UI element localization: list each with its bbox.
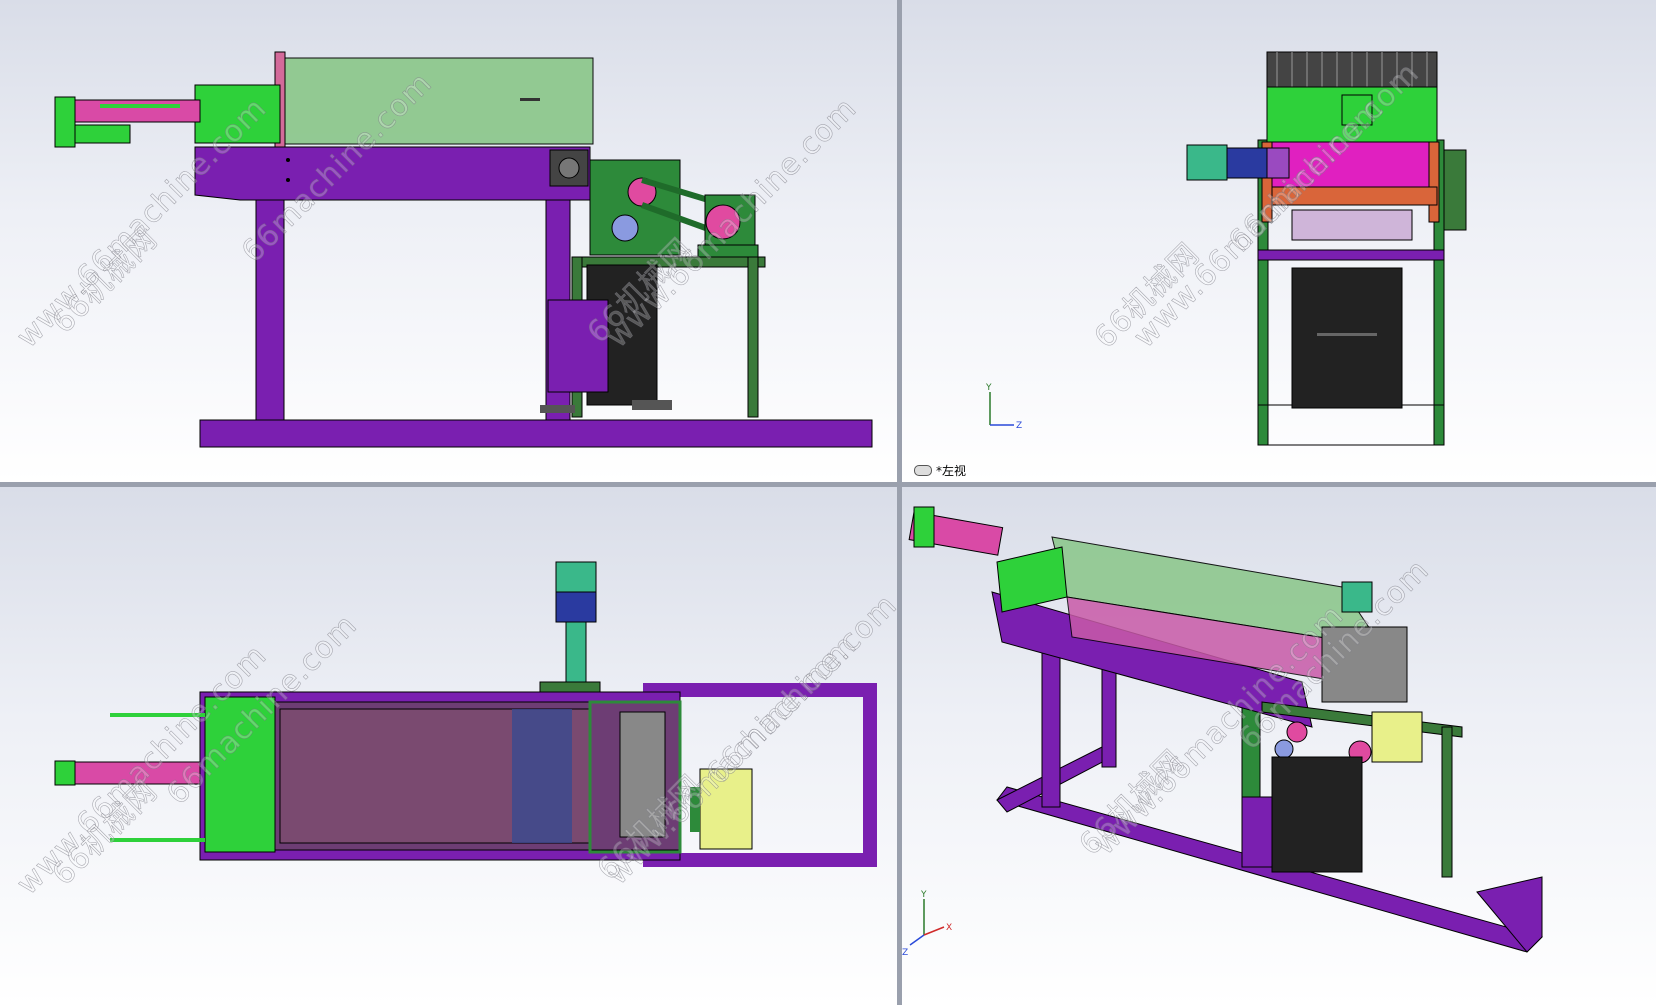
viewport-top[interactable]: www.66machine.com 66机械网 66machine.com ww… xyxy=(0,487,897,1005)
viewport-front[interactable]: www.66machine.com 66机械网 66machine.com ww… xyxy=(0,0,897,482)
view-orientation-icon[interactable] xyxy=(914,465,932,476)
axis-y-label: Y xyxy=(985,383,992,393)
left-view-drawing: Y Z xyxy=(985,51,1467,446)
view-name: *左视 xyxy=(936,464,967,478)
axis-z-label: Z xyxy=(902,948,908,958)
isometric-view-drawing: Y X Z xyxy=(902,506,1543,958)
top-view-drawing xyxy=(54,561,877,867)
axis-x-label: X xyxy=(946,923,952,933)
axis-z-label: Z xyxy=(1016,421,1022,431)
front-view-drawing xyxy=(54,51,873,448)
axis-y-label: Y xyxy=(920,890,927,900)
viewport-left[interactable]: Y Z *左视 www.66machine.com 66机械网 66machin… xyxy=(902,0,1656,482)
viewport-isometric[interactable]: Y X Z www.66machine.com 66机械网 66machine.… xyxy=(902,487,1656,1005)
view-orientation-label[interactable]: *左视 xyxy=(914,462,966,479)
